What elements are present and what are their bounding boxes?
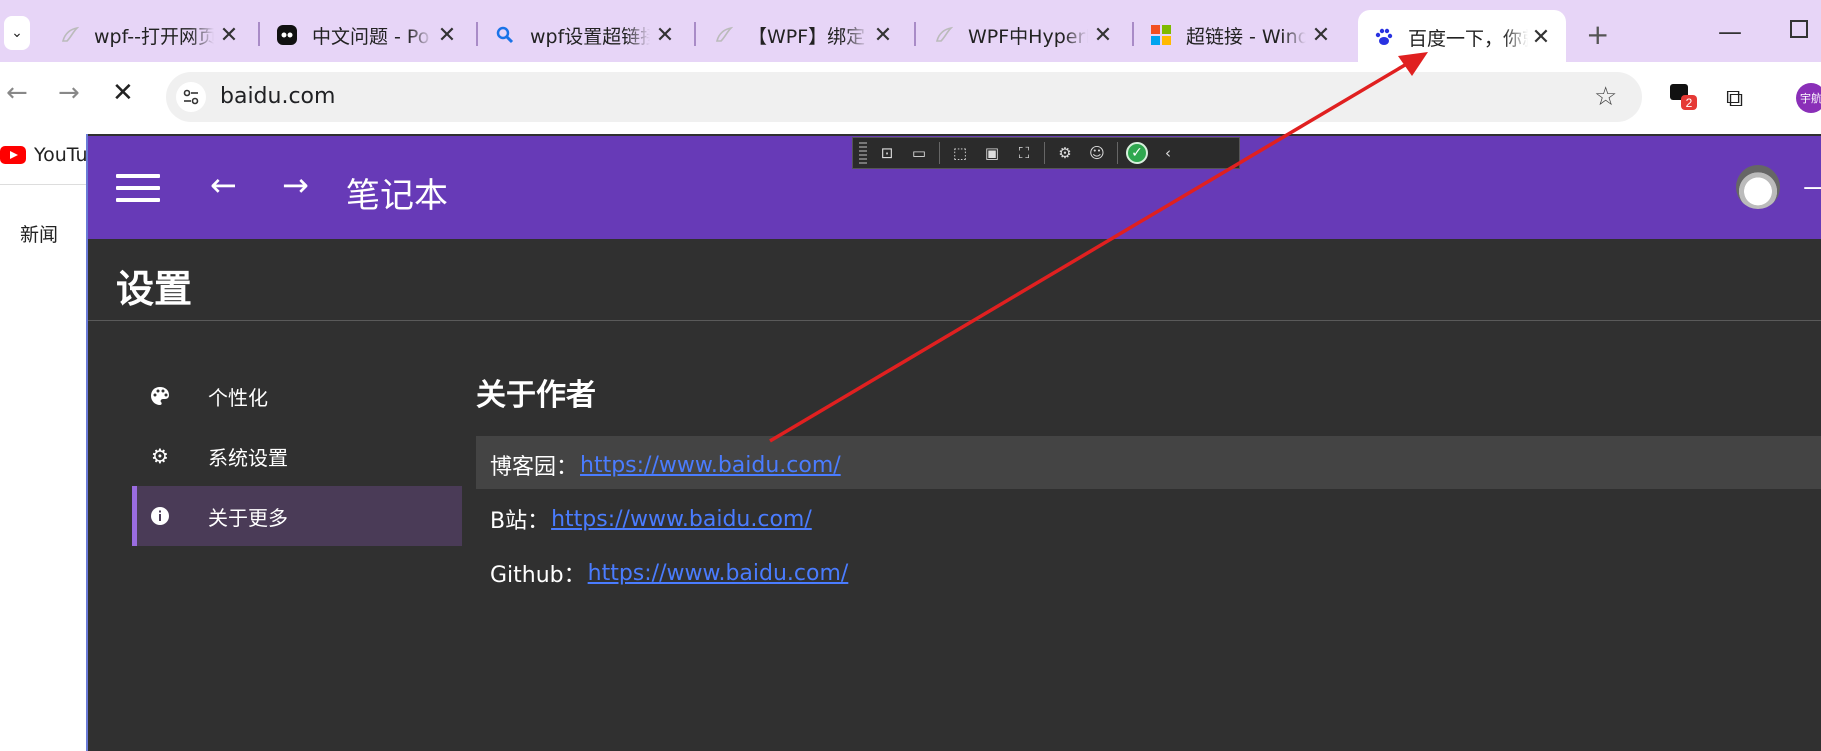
- tab-search-icon[interactable]: ⌄: [4, 16, 30, 50]
- browser-tab[interactable]: 超链接 - Wind ✕: [1136, 10, 1346, 60]
- nav-item-personalization[interactable]: 个性化: [132, 366, 462, 426]
- blog-hyperlink[interactable]: https://www.baidu.com/: [580, 453, 841, 478]
- link-label: Github：: [490, 563, 586, 588]
- select-element-icon[interactable]: ⊡: [875, 142, 899, 164]
- baidu-icon: [1372, 26, 1394, 48]
- link-row-bilibili: B站： https://www.baidu.com/: [490, 503, 812, 535]
- close-tab-icon[interactable]: ✕: [654, 23, 676, 48]
- address-bar[interactable]: [166, 72, 1642, 122]
- close-tab-icon[interactable]: ✕: [1530, 25, 1552, 50]
- toolbar-divider: [939, 142, 940, 164]
- record-video-icon[interactable]: ▭: [907, 142, 931, 164]
- bookmark-bar-divider: [0, 184, 90, 185]
- page-title: 设置: [116, 267, 193, 311]
- about-heading: 关于作者: [476, 378, 596, 413]
- bilibili-hyperlink[interactable]: https://www.baidu.com/: [551, 507, 812, 532]
- nav-item-label: 个性化: [208, 385, 268, 410]
- track-focus-icon[interactable]: ⛶: [1012, 142, 1036, 164]
- news-link[interactable]: 新闻: [20, 220, 58, 247]
- browser-tab[interactable]: wpf--打开网页 ✕: [44, 10, 254, 60]
- tab-title: 中文问题 - Po: [312, 25, 430, 48]
- browser-tab[interactable]: wpf设置超链接 ✕: [480, 10, 690, 60]
- user-avatar[interactable]: [1736, 165, 1780, 209]
- tab-title: 百度一下，你就: [1408, 27, 1528, 50]
- app-forward-icon[interactable]: →: [282, 166, 309, 204]
- debug-toolbar: ⊡ ▭ ⬚ ▣ ⛶ ⚙ ☺ ✓ ‹: [852, 137, 1240, 169]
- bookmark-star-icon[interactable]: ☆: [1594, 82, 1617, 112]
- app-back-icon[interactable]: ←: [210, 166, 237, 204]
- palette-icon: [148, 384, 172, 408]
- tab-title: 超链接 - Wind: [1186, 25, 1306, 48]
- nav-item-system-settings[interactable]: ⚙ 系统设置: [132, 426, 462, 486]
- browser-tab[interactable]: 【WPF】绑定 ✕: [698, 10, 908, 60]
- tab-divider: [914, 22, 916, 46]
- close-tab-icon[interactable]: ✕: [218, 23, 240, 48]
- toolbar-divider: [1044, 142, 1045, 164]
- close-tab-icon[interactable]: ✕: [1310, 23, 1332, 48]
- nav-item-about[interactable]: 关于更多: [132, 486, 462, 546]
- stop-loading-icon[interactable]: ✕: [112, 78, 134, 108]
- collapse-chevron-icon[interactable]: ‹: [1156, 142, 1180, 164]
- tab-divider: [476, 22, 478, 46]
- profile-avatar[interactable]: 宇航: [1796, 83, 1821, 113]
- new-tab-button[interactable]: +: [1586, 18, 1609, 51]
- accessibility-icon[interactable]: ☺: [1085, 142, 1109, 164]
- browser-tab[interactable]: WPF中Hyperl ✕: [918, 10, 1128, 60]
- menu-icon[interactable]: [116, 174, 160, 202]
- browser-tab[interactable]: 中文问题 - Po ✕: [262, 10, 472, 60]
- feather-icon: [712, 24, 734, 46]
- minimize-window-icon[interactable]: —: [1718, 18, 1742, 46]
- pointer-select-icon[interactable]: ⬚: [948, 142, 972, 164]
- link-label: B站：: [490, 509, 550, 534]
- link-row-github: Github： https://www.baidu.com/: [490, 557, 848, 589]
- tab-divider: [258, 22, 260, 46]
- nav-item-label: 关于更多: [208, 505, 288, 530]
- extension-icon[interactable]: 2: [1668, 82, 1697, 110]
- extensions-puzzle-icon[interactable]: ⧉: [1726, 84, 1743, 112]
- app-minimize-icon[interactable]: —: [1803, 172, 1821, 202]
- drag-grip-icon[interactable]: [859, 142, 867, 164]
- close-tab-icon[interactable]: ✕: [436, 23, 458, 48]
- extension-badge: 2: [1686, 96, 1693, 110]
- tab-divider: [1132, 22, 1134, 46]
- info-icon: [148, 504, 172, 528]
- close-tab-icon[interactable]: ✕: [872, 23, 894, 48]
- tab-divider: [694, 22, 696, 46]
- link-label: 博客园：: [490, 455, 579, 480]
- feather-icon: [932, 24, 954, 46]
- url-text[interactable]: baidu.com: [220, 84, 335, 109]
- back-icon[interactable]: ←: [6, 78, 28, 108]
- microsoft-icon: [1150, 24, 1172, 46]
- binding-failures-icon[interactable]: ⚙: [1053, 142, 1077, 164]
- title-divider: [88, 320, 1821, 321]
- tab-title: wpf--打开网页: [94, 25, 214, 48]
- display-layout-icon[interactable]: ▣: [980, 142, 1004, 164]
- link-row-blog: 博客园： https://www.baidu.com/: [490, 449, 841, 481]
- close-tab-icon[interactable]: ✕: [1092, 23, 1114, 48]
- toolbar-divider: [1117, 142, 1118, 164]
- site-info-icon[interactable]: [176, 82, 206, 112]
- browser-tab-active[interactable]: 百度一下，你就 ✕: [1358, 10, 1566, 64]
- tab-title: WPF中Hyperl: [968, 25, 1088, 48]
- search-icon: [494, 24, 516, 46]
- forward-icon[interactable]: →: [58, 78, 80, 108]
- maximize-window-icon[interactable]: [1790, 20, 1808, 38]
- youtube-icon: [0, 146, 26, 164]
- tab-title: wpf设置超链接: [530, 25, 650, 48]
- github-hyperlink[interactable]: https://www.baidu.com/: [588, 561, 849, 586]
- app-title: 笔记本: [346, 176, 448, 216]
- gear-icon: ⚙: [151, 444, 169, 468]
- check-ok-icon[interactable]: ✓: [1126, 142, 1148, 164]
- nav-item-label: 系统设置: [208, 445, 288, 470]
- feather-icon: [58, 24, 80, 46]
- tab-title: 【WPF】绑定: [748, 25, 866, 48]
- poe-icon: [276, 24, 298, 46]
